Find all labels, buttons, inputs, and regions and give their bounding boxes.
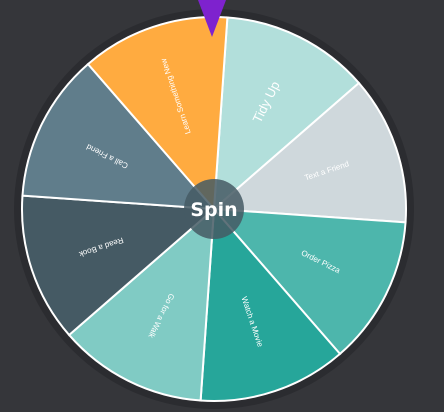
spin-button[interactable]: Spin [184,179,244,239]
spin-label[interactable]: Spin [190,199,237,221]
wheel-stage: Tidy UpText a FriendOrder PizzaWatch a M… [14,0,414,409]
